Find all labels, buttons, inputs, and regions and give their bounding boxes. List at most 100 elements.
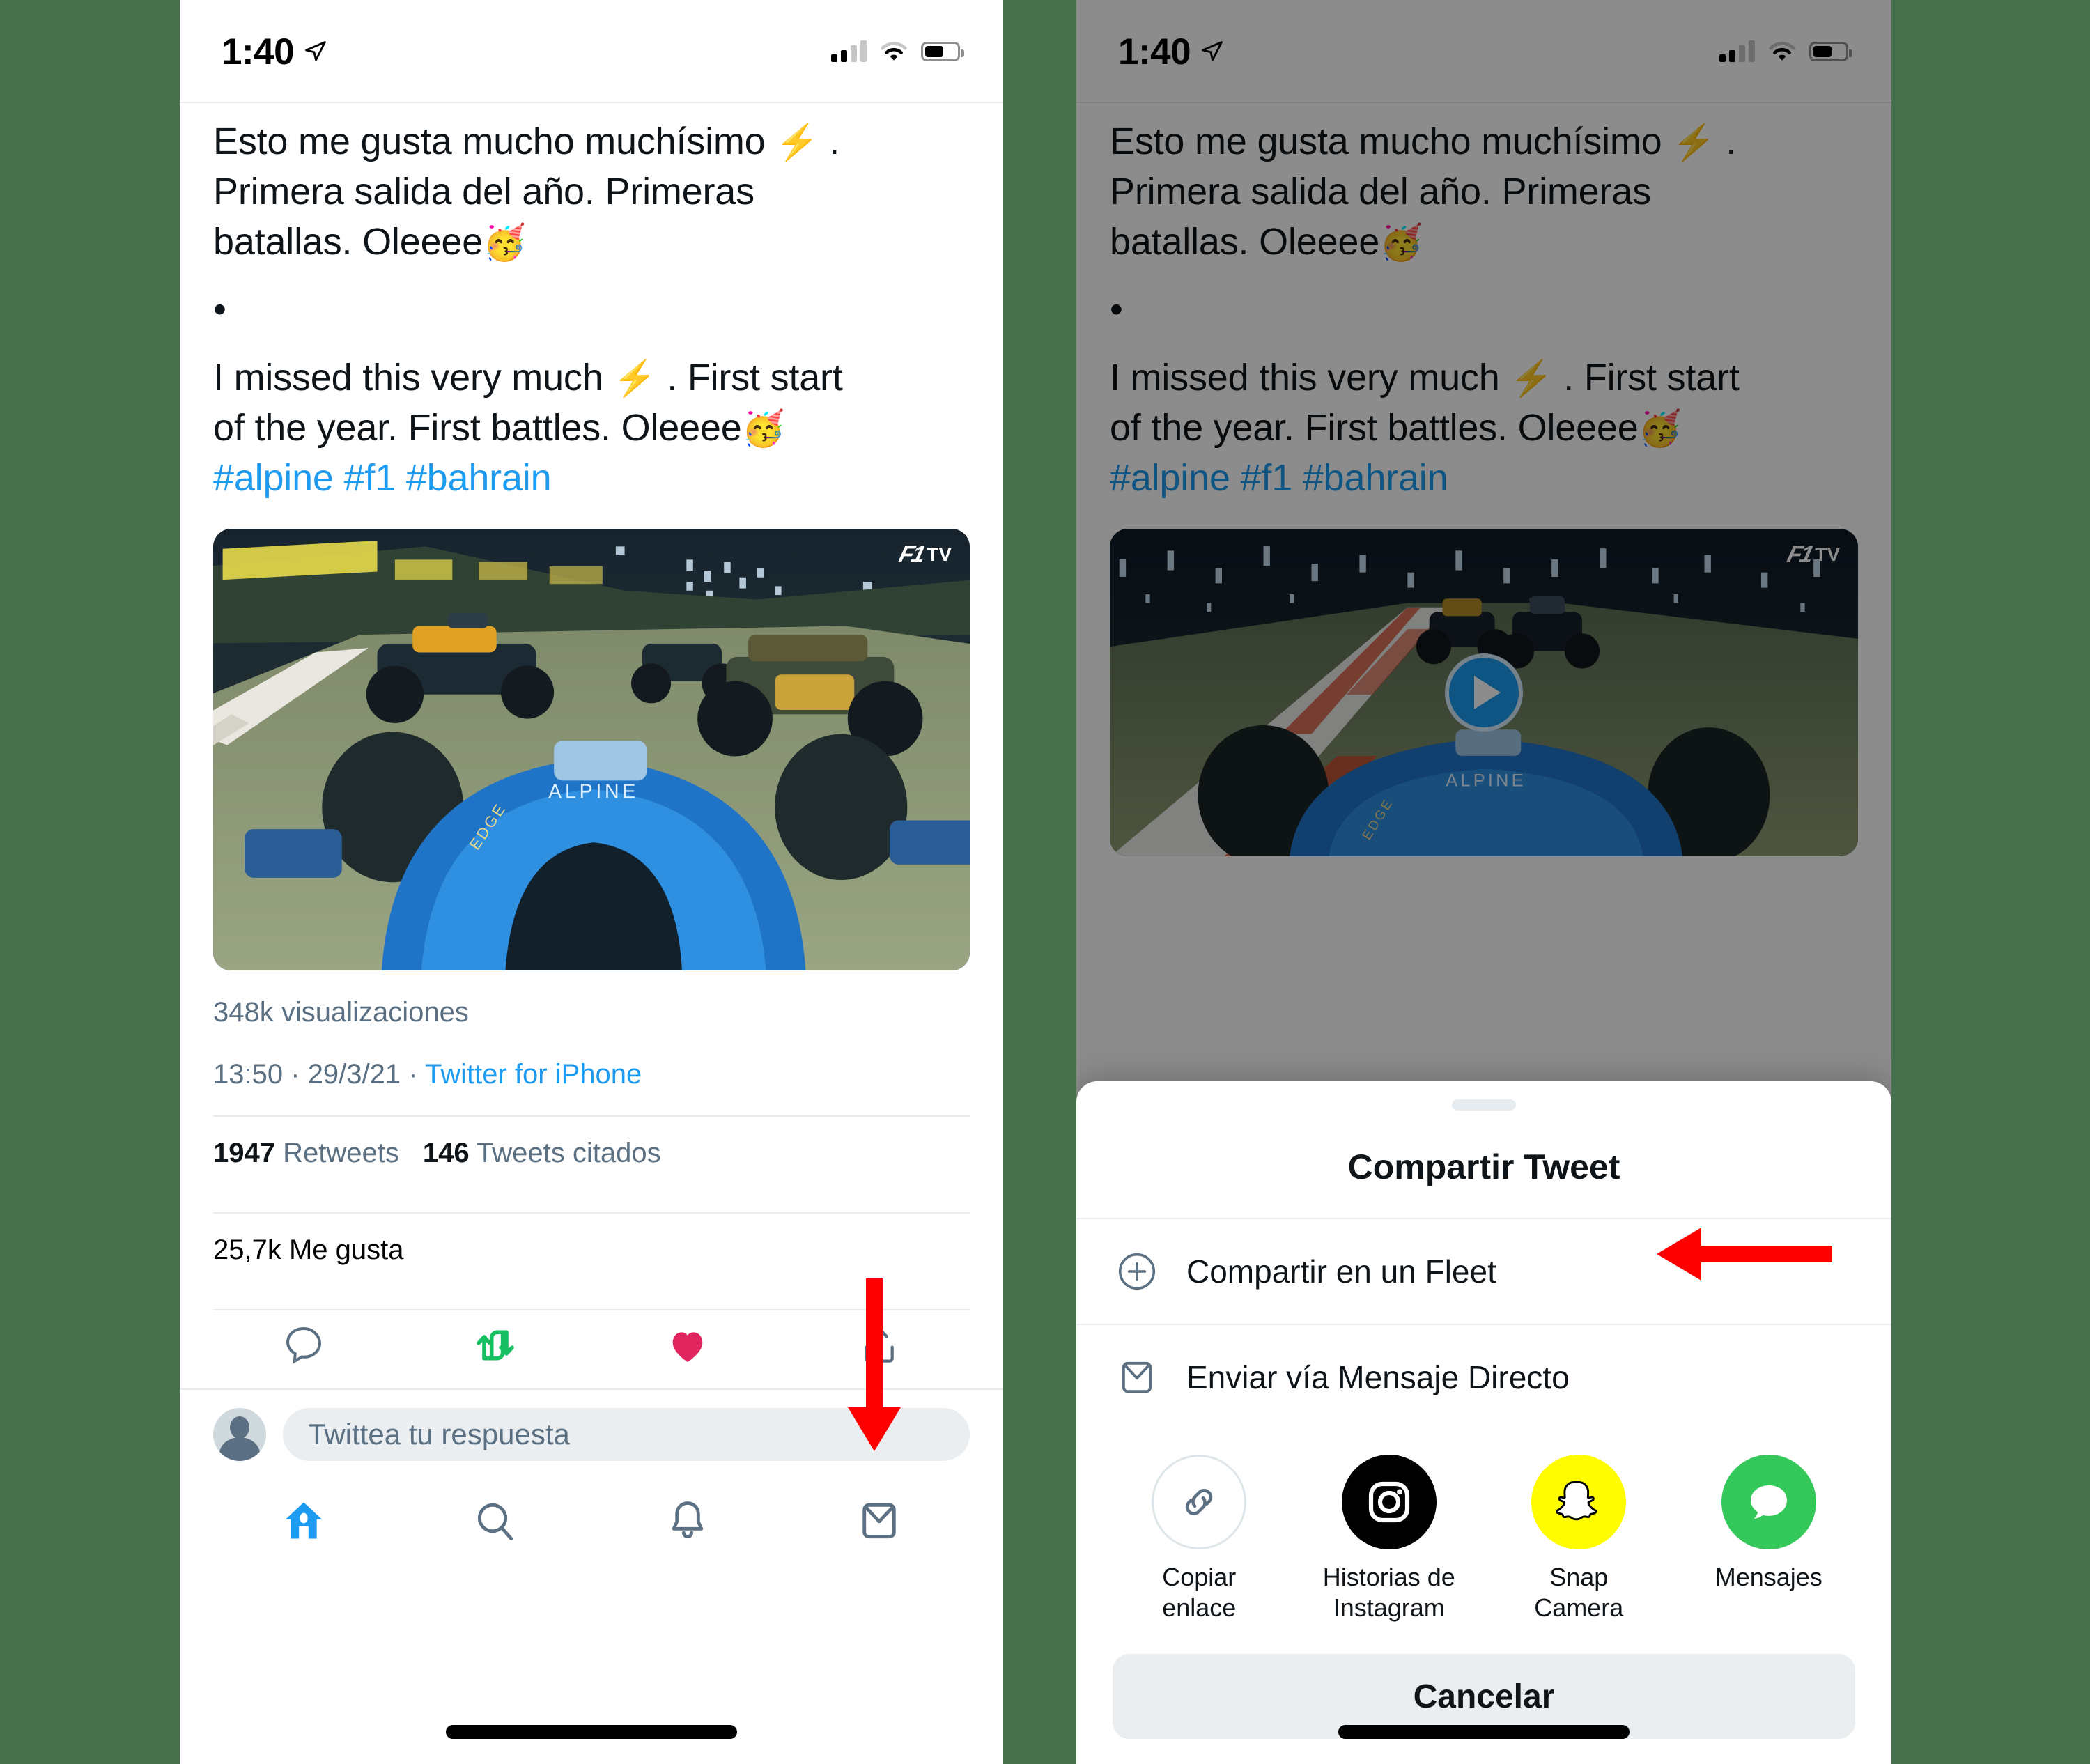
sheet-drag-handle[interactable] [1452,1099,1516,1111]
tweet-line-2-right: Primera salida del año. Primeras [1110,170,1651,212]
phone-screen-right: 1:40 Esto me gusta mucho muchísimo ⚡ . P… [1076,0,1891,1764]
partying-face-emoji-r2: 🥳 [1638,409,1682,449]
high-voltage-emoji-r2: ⚡ [1510,359,1554,399]
tweet-timestamp: 13:50 · 29/3/21 · Twitter for iPhone [213,1059,970,1090]
tweet-line-2: Primera salida del año. Primeras [213,170,754,212]
status-bar-time-right: 1:40 [1118,31,1191,72]
status-bar-time: 1:40 [222,31,295,72]
reply-composer: Twittea tu respuesta [180,1388,1003,1479]
bell-icon[interactable] [664,1497,711,1545]
home-icon[interactable] [280,1497,327,1545]
share-app-instagram-label: Historias de Instagram [1322,1563,1455,1623]
share-app-snap-camera[interactable]: Snap Camera [1499,1455,1659,1623]
retweets-stat[interactable]: 1947 Retweets [213,1138,399,1169]
f1-logo: F1 [895,541,927,568]
cellular-signal-icon [831,40,867,62]
high-voltage-emoji-2: ⚡ [613,359,657,399]
tweet-video-thumbnail-right[interactable]: ALPINE EDGE F1 TV [1110,528,1858,856]
like-icon[interactable] [665,1323,710,1368]
likes-stat[interactable]: 25,7k Me gusta [213,1214,970,1284]
tweet-line-3-right: batallas. Oleeee🥳 [1110,220,1423,263]
mail-icon[interactable] [856,1497,903,1545]
tweet-body-right: Esto me gusta mucho muchísimo ⚡ . Primer… [1076,103,1891,504]
tweet-time: 13:50 [213,1058,284,1090]
tv-logo: TV [927,543,952,566]
tweet-line-1-right: Esto me gusta mucho muchísimo ⚡ . [1110,121,1736,162]
tweet-hashtags[interactable]: #alpine #f1 #bahrain [213,454,970,504]
retweet-icon[interactable] [473,1323,518,1368]
plus-circle-icon [1115,1250,1159,1293]
share-app-copy-link-label: Copiar enlace [1162,1563,1237,1623]
svg-text:ALPINE: ALPINE [548,780,639,803]
partying-face-emoji-2: 🥳 [741,409,785,449]
share-row-direct-message-label: Enviar vía Mensaje Directo [1186,1359,1570,1396]
view-count: 348k visualizaciones [213,996,469,1028]
messages-icon [1721,1455,1816,1550]
location-arrow-icon [305,41,326,61]
reply-input[interactable]: Twittea tu respuesta [283,1407,970,1461]
cellular-signal-icon-right [1719,40,1755,62]
tweet-line-5-right: of the year. First battles. Oleeee🥳 [1110,407,1682,449]
tweet-text: Esto me gusta mucho muchísimo ⚡ . Primer… [213,117,970,504]
status-bar-divider-right [1076,102,1891,103]
status-bar: 1:40 [180,0,1003,103]
tweet-line-5: of the year. First battles. Oleeee🥳 [213,407,785,449]
reply-icon[interactable] [281,1323,326,1368]
share-app-copy-link[interactable]: Copiar enlace [1119,1455,1279,1623]
timestamp-dot-1: · [291,1058,300,1090]
share-app-messages-label: Mensajes [1714,1563,1822,1592]
share-apps-row: Copiar enlace Historias de Instagram Snap C… [1076,1430,1891,1636]
home-indicator-right [1338,1725,1630,1739]
instagram-icon [1341,1455,1437,1550]
tweet-line-4-right: I missed this very much ⚡ . First start [1110,357,1740,399]
f1-tv-watermark-right: F1 TV [1784,541,1840,568]
tweet-body: Esto me gusta mucho muchísimo ⚡ . Primer… [180,103,1003,504]
battery-icon [921,42,964,61]
quotes-stat[interactable]: 146 Tweets citados [423,1138,661,1169]
tweet-text-right: Esto me gusta mucho muchísimo ⚡ . Primer… [1110,117,1858,504]
wifi-icon-right [1769,42,1795,61]
f1-logo-right: F1 [1783,541,1815,568]
share-sheet-title: Compartir Tweet [1347,1147,1620,1187]
link-icon [1152,1455,1247,1550]
f1-tv-watermark: F1 TV [895,541,952,568]
screenshot-stage: 1:40 Esto me gusta mucho muchísimo ⚡ . P… [0,0,2090,1764]
avatar [213,1407,266,1461]
status-bar-divider [180,102,1003,103]
share-row-fleet[interactable]: Compartir en un Fleet [1076,1219,1891,1324]
wifi-icon [881,42,907,61]
home-indicator [446,1725,737,1739]
cancel-button-wrap: Cancelar [1076,1636,1891,1764]
timestamp-dot-2: · [408,1058,418,1090]
partying-face-emoji: 🥳 [483,222,527,262]
svg-text:ALPINE: ALPINE [1446,771,1526,790]
tweet-source-link[interactable]: Twitter for iPhone [425,1059,642,1090]
partying-face-emoji-r1: 🥳 [1379,222,1423,262]
tweet-date: 29/3/21 [307,1058,401,1090]
f1-onboard-camera-frame: ALPINE EDGE [213,528,970,970]
high-voltage-emoji-r1: ⚡ [1672,123,1716,162]
battery-icon-right [1809,42,1852,61]
share-app-messages[interactable]: Mensajes [1689,1455,1849,1623]
tweet-line-1: Esto me gusta mucho muchísimo ⚡ . [213,121,839,162]
location-arrow-icon-right [1202,41,1223,61]
tweet-line-3: batallas. Oleeee🥳 [213,220,527,263]
tweet-line-4: I missed this very much ⚡ . First start [213,357,843,399]
status-bar-right: 1:40 [1076,0,1891,103]
tweet-bullet: • [213,288,226,331]
tweet-video-thumbnail[interactable]: ALPINE EDGE F1 TV [213,528,970,970]
share-icon[interactable] [857,1323,901,1368]
high-voltage-emoji: ⚡ [775,123,819,162]
tweet-hashtags-right[interactable]: #alpine #f1 #bahrain [1110,454,1858,504]
search-icon[interactable] [472,1497,519,1545]
snapchat-icon [1531,1455,1627,1550]
share-app-instagram-stories[interactable]: Historias de Instagram [1309,1455,1469,1623]
phone-screen-left: 1:40 Esto me gusta mucho muchísimo ⚡ . P… [180,0,1003,1764]
tweet-bullet-right: • [1110,288,1123,331]
share-row-direct-message[interactable]: Enviar vía Mensaje Directo [1076,1325,1891,1430]
envelope-icon [1115,1356,1159,1399]
play-icon[interactable] [1445,653,1523,732]
tweet-counts: 1947 Retweets 146 Tweets citados [213,1117,970,1187]
share-row-fleet-label: Compartir en un Fleet [1186,1253,1496,1290]
tweet-action-bar [180,1310,1003,1388]
